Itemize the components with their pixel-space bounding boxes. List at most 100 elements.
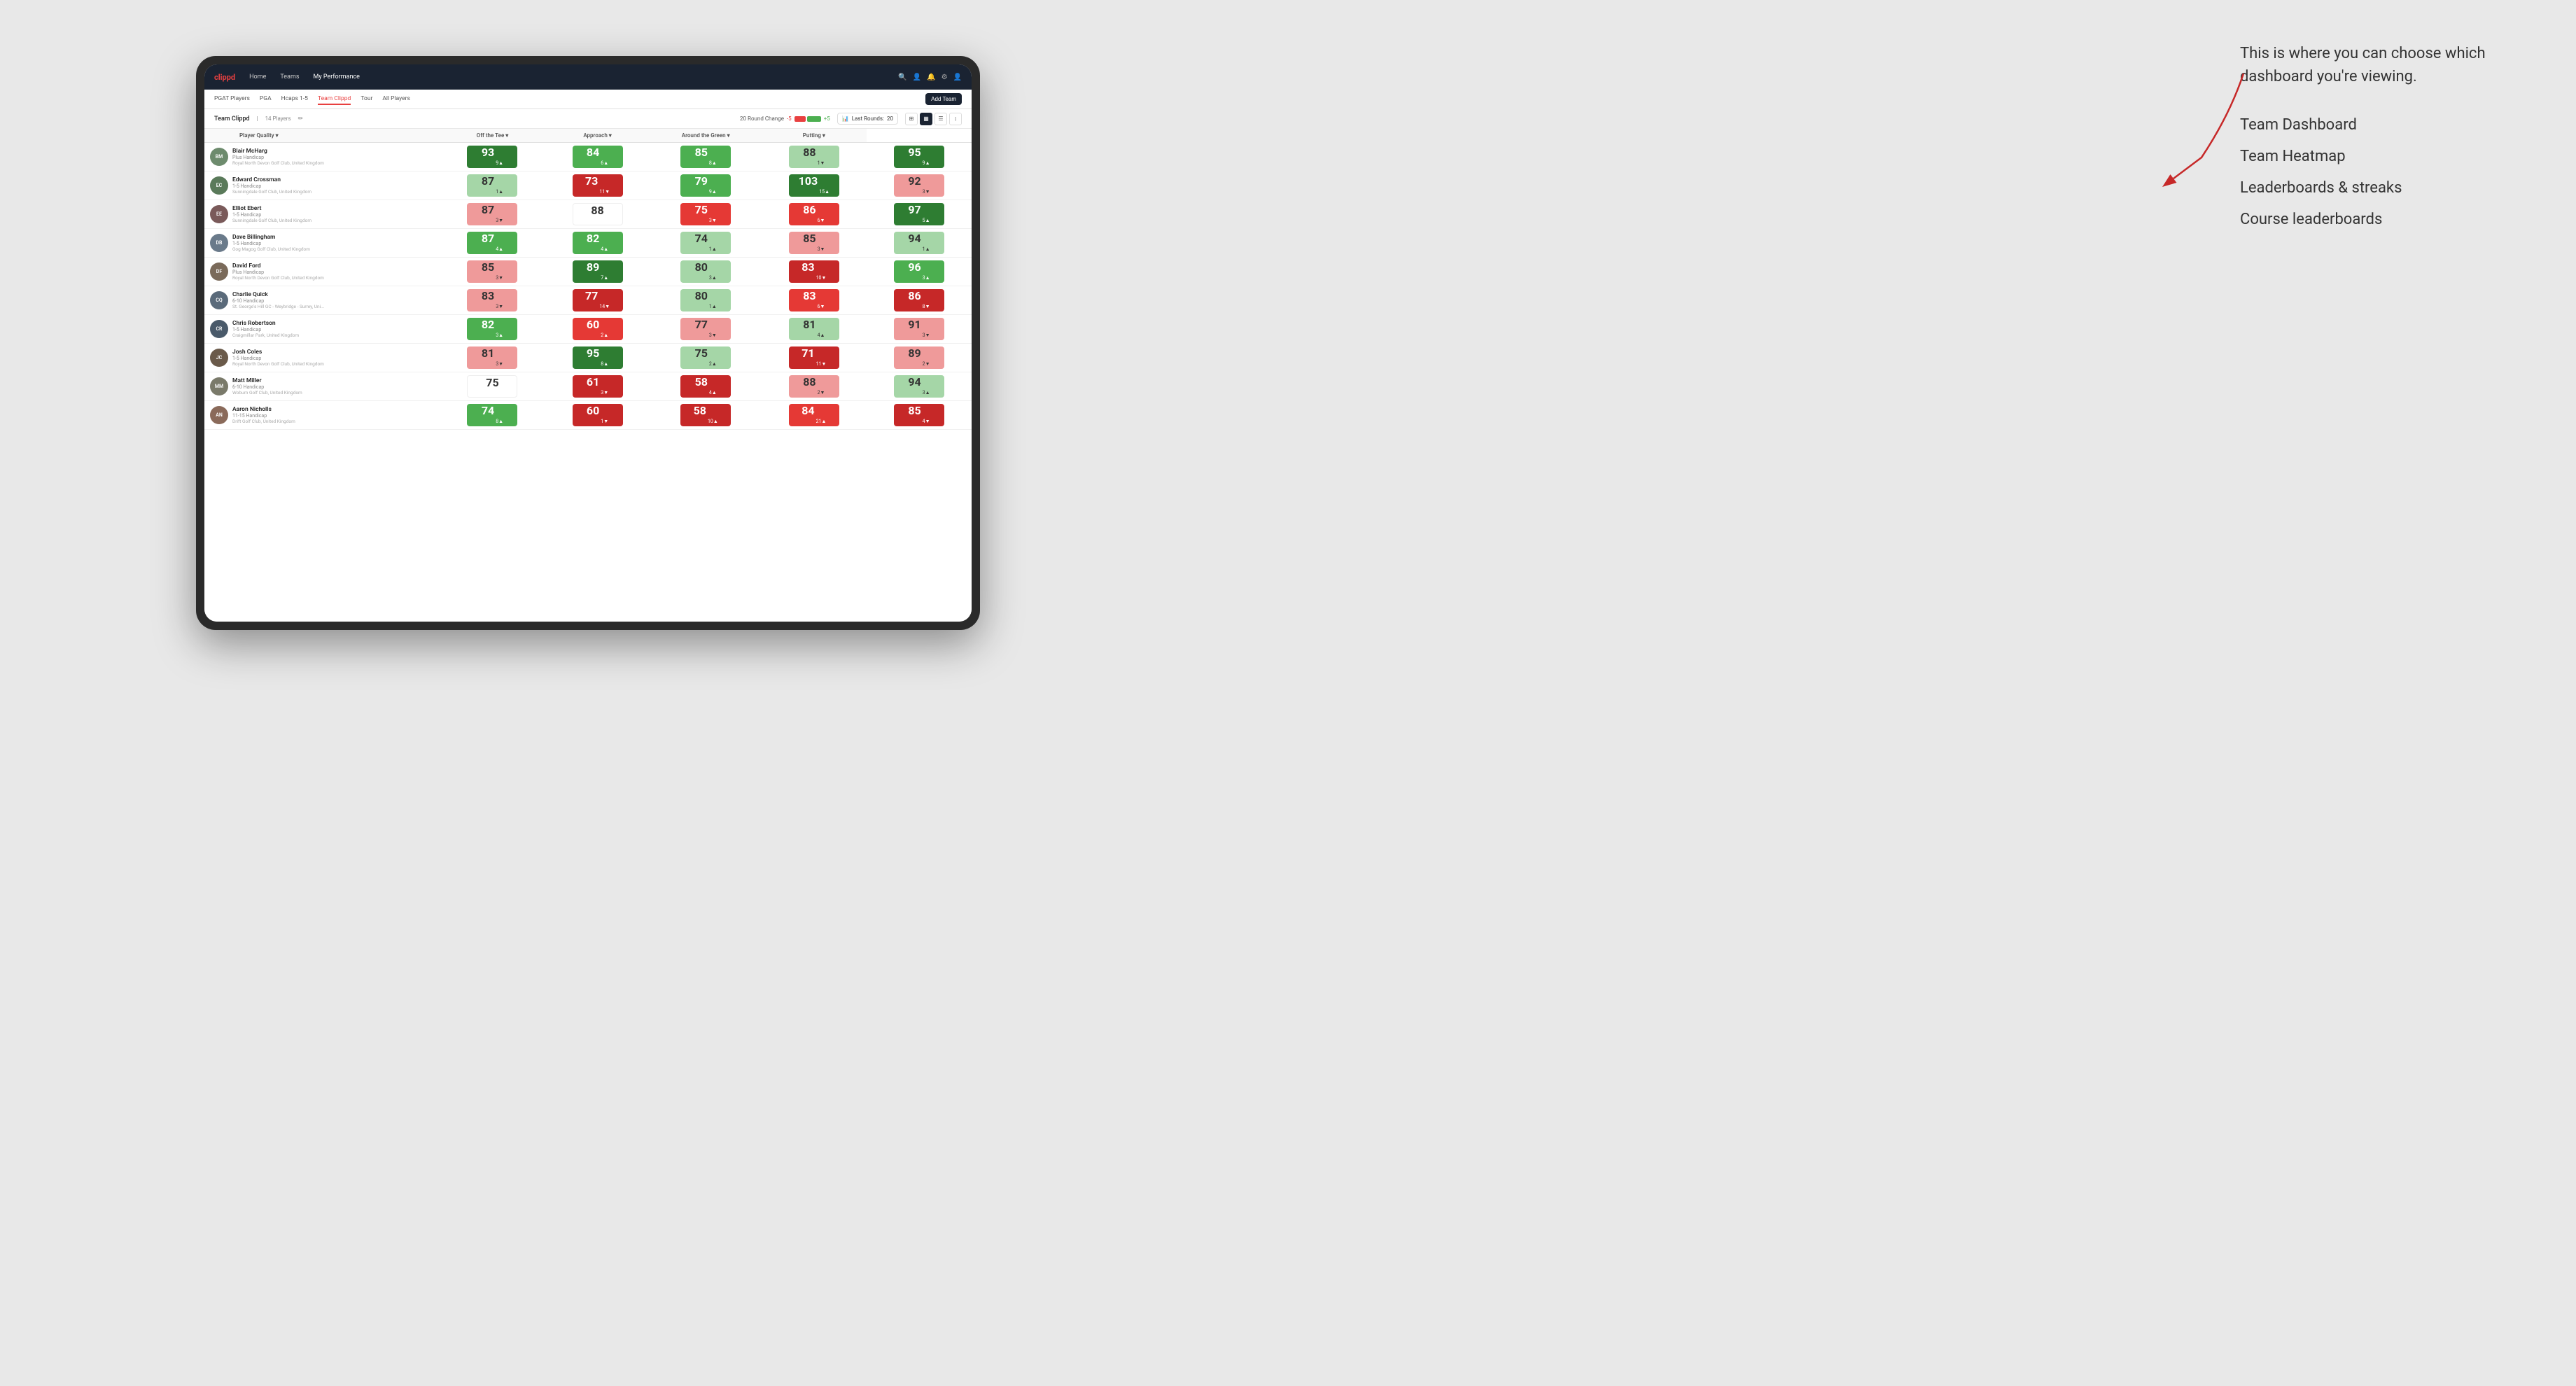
edit-icon[interactable]: ✏ [298, 115, 304, 122]
col-approach[interactable]: Approach ▾ [545, 129, 650, 143]
score-cell-7-2: 75 2▲ [650, 344, 762, 372]
player-cell-9[interactable]: AN Aaron Nicholls 11-15 Handicap Drift G… [204, 401, 440, 430]
score-box: 77 3▼ [680, 318, 731, 340]
tab-team-clippd[interactable]: Team Clippd [318, 94, 351, 105]
player-name: Charlie Quick [232, 291, 324, 298]
player-club: Royal North Devon Golf Club, United King… [232, 275, 324, 281]
score-value: 86 [908, 289, 920, 302]
score-change: 10▼ [816, 275, 827, 281]
player-cell-3[interactable]: DB Dave Billingham 1-5 Handicap Gog Mago… [204, 229, 440, 258]
nav-teams[interactable]: Teams [277, 72, 302, 82]
col-player[interactable]: Player Quality ▾ [204, 129, 440, 143]
last-rounds-button[interactable]: 📊 Last Rounds: 20 [837, 113, 898, 125]
score-box: 87 1▲ [467, 174, 517, 197]
player-name: Elliot Ebert [232, 205, 312, 212]
add-team-button[interactable]: Add Team [925, 93, 962, 105]
player-cell-6[interactable]: CR Chris Robertson 1-5 Handicap Craigmil… [204, 315, 440, 344]
annotation-item-dashboard: Team Dashboard [2240, 116, 2534, 134]
col-putting[interactable]: Putting ▾ [762, 129, 867, 143]
player-cell-5[interactable]: CQ Charlie Quick 6-10 Handicap St. Georg… [204, 286, 440, 315]
score-value: 79 [695, 174, 708, 188]
player-cell-7[interactable]: JC Josh Coles 1-5 Handicap Royal North D… [204, 344, 440, 372]
change-plus: +5 [824, 115, 830, 122]
player-info: Charlie Quick 6-10 Handicap St. George's… [232, 291, 324, 309]
annotation-text: This is where you can choose which dashb… [2240, 42, 2534, 88]
score-change: 3▲ [709, 275, 717, 281]
score-value: 83 [802, 260, 814, 274]
avatar-nav[interactable]: 👤 [953, 74, 962, 81]
view-list-icon[interactable]: ☰ [934, 113, 947, 125]
score-change: 3▼ [709, 332, 717, 338]
score-change: 3▼ [709, 218, 717, 223]
round-change-label: 20 Round Change [740, 115, 784, 122]
score-cell-9-0: 74 8▲ [440, 401, 545, 430]
tab-all-players[interactable]: All Players [382, 94, 410, 105]
score-change: 9▲ [709, 189, 717, 195]
score-cell-9-4: 85 4▼ [867, 401, 972, 430]
score-box: 93 9▲ [467, 146, 517, 168]
nav-home[interactable]: Home [246, 72, 269, 82]
score-value: 85 [908, 404, 920, 417]
col-around-green[interactable]: Around the Green ▾ [650, 129, 762, 143]
score-box: 88 1▼ [789, 146, 839, 168]
score-change: 8▲ [601, 361, 608, 367]
score-cell-0-0: 93 9▲ [440, 143, 545, 172]
score-value: 85 [803, 232, 816, 245]
tab-tour[interactable]: Tour [360, 94, 372, 105]
col-off-tee[interactable]: Off the Tee ▾ [440, 129, 545, 143]
score-value: 58 [694, 404, 706, 417]
score-cell-4-4: 96 3▲ [867, 258, 972, 286]
score-cell-0-3: 88 1▼ [762, 143, 867, 172]
view-grid-icon[interactable]: ⊞ [905, 113, 918, 125]
player-avatar: DF [210, 262, 228, 281]
score-change: 2▼ [818, 390, 825, 396]
score-change: 10▲ [708, 419, 718, 424]
score-cell-6-3: 81 4▲ [762, 315, 867, 344]
score-cell-5-2: 80 1▲ [650, 286, 762, 315]
team-count: 14 Players [265, 115, 291, 122]
player-info: Aaron Nicholls 11-15 Handicap Drift Golf… [232, 406, 295, 424]
player-cell-1[interactable]: EC Edward Crossman 1-5 Handicap Sunningd… [204, 172, 440, 200]
bell-icon[interactable]: 🔔 [927, 74, 935, 81]
score-value: 74 [695, 232, 708, 245]
player-cell-2[interactable]: EE Elliot Ebert 1-5 Handicap Sunningdale… [204, 200, 440, 229]
table-row: AN Aaron Nicholls 11-15 Handicap Drift G… [204, 401, 972, 430]
player-cell-4[interactable]: DF David Ford Plus Handicap Royal North … [204, 258, 440, 286]
table-row: CQ Charlie Quick 6-10 Handicap St. Georg… [204, 286, 972, 315]
score-cell-2-1: 88 [545, 200, 650, 229]
last-rounds-icon: 📊 [842, 115, 849, 122]
score-change: 3▲ [496, 332, 503, 338]
score-box: 80 1▲ [680, 289, 731, 312]
player-club: Gog Magog Golf Club, United Kingdom [232, 246, 310, 252]
annotation-item-leaderboards: Leaderboards & streaks [2240, 179, 2534, 197]
score-cell-2-0: 87 3▼ [440, 200, 545, 229]
score-value: 83 [482, 289, 494, 302]
score-box: 86 8▼ [894, 289, 944, 312]
score-cell-8-0: 75 [440, 372, 545, 401]
score-value: 95 [908, 146, 920, 159]
table-row: CR Chris Robertson 1-5 Handicap Craigmil… [204, 315, 972, 344]
tab-pgat-players[interactable]: PGAT Players [214, 94, 250, 105]
score-value: 94 [908, 232, 920, 245]
score-cell-3-3: 85 3▼ [762, 229, 867, 258]
score-change: 4▲ [818, 332, 825, 338]
view-table-icon[interactable]: ▦ [920, 113, 932, 125]
annotation-items: Team Dashboard Team Heatmap Leaderboards… [2240, 116, 2534, 228]
score-value: 74 [482, 404, 494, 417]
score-value: 58 [695, 375, 708, 388]
score-box: 74 8▲ [467, 404, 517, 426]
player-cell-0[interactable]: BM Blair McHarg Plus Handicap Royal Nort… [204, 143, 440, 172]
settings-icon[interactable]: ⚙ [941, 74, 948, 81]
user-icon[interactable]: 👤 [913, 74, 921, 81]
score-box: 83 10▼ [789, 260, 839, 283]
search-icon[interactable]: 🔍 [898, 74, 906, 81]
score-box: 58 10▲ [680, 404, 731, 426]
player-avatar: CR [210, 320, 228, 338]
score-cell-5-1: 77 14▼ [545, 286, 650, 315]
tab-pga[interactable]: PGA [260, 94, 272, 105]
view-sort-icon[interactable]: ↕ [949, 113, 962, 125]
nav-my-performance[interactable]: My Performance [310, 72, 362, 82]
player-cell-8[interactable]: MM Matt Miller 6-10 Handicap Woburn Golf… [204, 372, 440, 401]
score-change: 11▼ [816, 361, 827, 367]
tab-hcaps[interactable]: Hcaps 1-5 [281, 94, 308, 105]
